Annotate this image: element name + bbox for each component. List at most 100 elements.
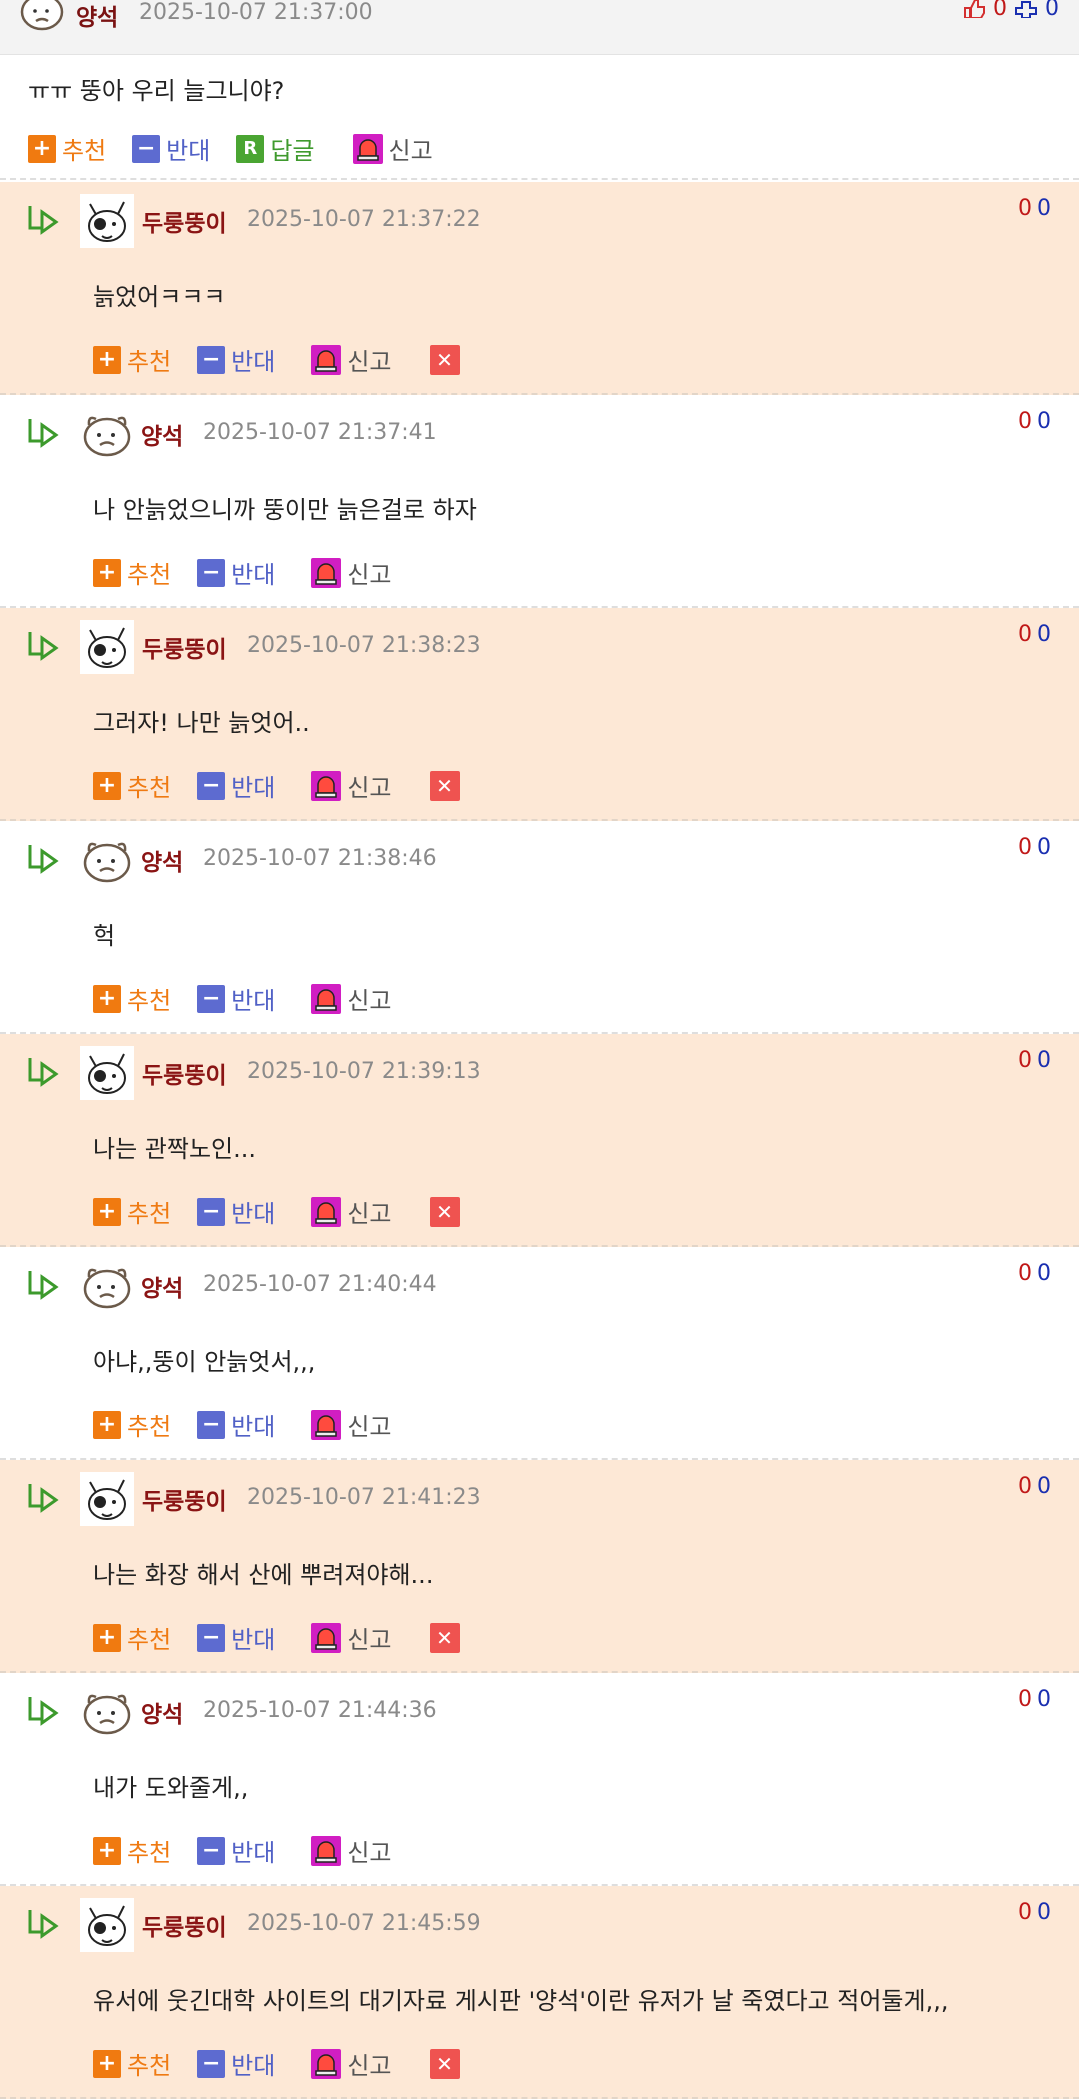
reply-actions: + 추천 − 반대 신고 ✕ xyxy=(93,1194,460,1229)
vote-up-count[interactable]: 0 xyxy=(1018,1474,1032,1499)
recommend-button[interactable]: + 추천 xyxy=(93,342,171,377)
reply-timestamp: 2025-10-07 21:38:46 xyxy=(203,846,437,871)
post-timestamp: 2025-10-07 21:37:00 xyxy=(139,0,373,25)
vote-up-count[interactable]: 0 xyxy=(1018,835,1032,860)
reply-author[interactable]: 양석 xyxy=(141,417,183,451)
siren-icon xyxy=(352,133,383,164)
oppose-button[interactable]: − 반대 xyxy=(132,131,210,166)
report-label: 신고 xyxy=(347,1839,392,1867)
reply-arrow-icon xyxy=(28,1271,59,1300)
reply-author[interactable]: 양석 xyxy=(141,1269,183,1303)
oppose-button[interactable]: − 반대 xyxy=(197,342,275,377)
post-author[interactable]: 양석 xyxy=(76,0,118,32)
recommend-button[interactable]: + 추천 xyxy=(93,2046,171,2081)
report-button[interactable]: 신고 xyxy=(311,1833,392,1868)
plus-icon: + xyxy=(28,134,56,163)
vote-down-count[interactable]: 0 xyxy=(1037,622,1051,647)
oppose-button[interactable]: − 반대 xyxy=(197,2046,275,2081)
reply-icon: R xyxy=(236,134,265,163)
reply-votes: 00 xyxy=(1018,1687,1051,1712)
delete-icon[interactable]: ✕ xyxy=(429,2048,460,2079)
vote-down-count[interactable]: 0 xyxy=(1037,1474,1051,1499)
report-button[interactable]: 신고 xyxy=(311,1194,392,1229)
report-label: 신고 xyxy=(347,1413,392,1441)
recommend-label: 추천 xyxy=(127,1839,172,1867)
thumb-down-icon[interactable] xyxy=(1014,0,1038,18)
vote-up-count[interactable]: 0 xyxy=(1018,409,1032,434)
reply-author[interactable]: 두룽뚱이 xyxy=(142,1482,227,1516)
oppose-button[interactable]: − 반대 xyxy=(197,555,275,590)
post-body: ㅠㅠ 뚱아 우리 늘그니야? + 추천 − 반대 R 답글 신고 xyxy=(0,55,1079,180)
report-button[interactable]: 신고 xyxy=(311,981,392,1016)
vote-up-count[interactable]: 0 xyxy=(1018,1900,1032,1925)
vote-down-count[interactable]: 0 xyxy=(1037,1048,1051,1073)
plus-icon: + xyxy=(93,1410,121,1439)
vote-down-count[interactable]: 0 xyxy=(1037,196,1051,221)
reply-author[interactable]: 두룽뚱이 xyxy=(142,1056,227,1090)
vote-down-count[interactable]: 0 xyxy=(1037,1261,1051,1286)
report-button[interactable]: 신고 xyxy=(311,768,392,803)
reply-item: 두룽뚱이 2025-10-07 21:45:59 0 0 유서에 웃긴대학 사이트의 대… xyxy=(0,1886,1079,2099)
recommend-button[interactable]: + 추천 xyxy=(93,1833,171,1868)
minus-icon: − xyxy=(197,1623,226,1652)
report-label: 신고 xyxy=(347,987,392,1015)
delete-icon[interactable]: ✕ xyxy=(429,770,460,801)
report-button[interactable]: 신고 xyxy=(311,1407,392,1442)
report-button[interactable]: 신고 xyxy=(311,1620,392,1655)
bear-avatar xyxy=(20,0,64,31)
report-button[interactable]: 신고 xyxy=(311,555,392,590)
recommend-button[interactable]: + 추천 xyxy=(93,768,171,803)
vote-up-count[interactable]: 0 xyxy=(1018,622,1032,647)
delete-icon[interactable]: ✕ xyxy=(429,1622,460,1653)
vote-down-count[interactable]: 0 xyxy=(1037,409,1051,434)
recommend-button[interactable]: + 추천 xyxy=(93,1194,171,1229)
reply-timestamp: 2025-10-07 21:39:13 xyxy=(247,1059,481,1084)
report-button[interactable]: 신고 xyxy=(352,131,433,166)
oppose-label: 반대 xyxy=(231,1200,276,1228)
recommend-label: 추천 xyxy=(127,561,172,589)
oppose-button[interactable]: − 반대 xyxy=(197,981,275,1016)
reply-actions: + 추천 − 반대 신고 xyxy=(93,555,420,590)
recommend-button[interactable]: + 추천 xyxy=(93,555,171,590)
thumb-up-icon[interactable] xyxy=(962,0,986,18)
reply-author[interactable]: 두룽뚱이 xyxy=(142,1908,227,1942)
vote-up-count[interactable]: 0 xyxy=(1018,1687,1032,1712)
recommend-button[interactable]: + 추천 xyxy=(93,1620,171,1655)
reply-item: 양석 2025-10-07 21:38:46 0 0 헉 + 추천 − 반대 신고 xyxy=(0,821,1079,1034)
reply-author[interactable]: 양석 xyxy=(141,1695,183,1729)
vote-down-count[interactable]: 0 xyxy=(1037,835,1051,860)
vote-down-count[interactable]: 0 xyxy=(1037,1900,1051,1925)
recommend-button[interactable]: + 추천 xyxy=(93,1407,171,1442)
vote-down-count[interactable]: 0 xyxy=(1037,1687,1051,1712)
reply-author[interactable]: 양석 xyxy=(141,843,183,877)
plus-icon: + xyxy=(93,1197,121,1226)
oppose-button[interactable]: − 반대 xyxy=(197,1194,275,1229)
reply-actions: + 추천 − 반대 신고 xyxy=(93,981,420,1016)
report-button[interactable]: 신고 xyxy=(311,2046,392,2081)
vote-up-count[interactable]: 0 xyxy=(1018,1048,1032,1073)
vote-up-count[interactable]: 0 xyxy=(1018,1261,1032,1286)
report-label: 신고 xyxy=(347,561,392,589)
oppose-button[interactable]: − 반대 xyxy=(197,768,275,803)
plus-icon: + xyxy=(93,2049,121,2078)
reply-author[interactable]: 두룽뚱이 xyxy=(142,630,227,664)
recommend-button[interactable]: + 추천 xyxy=(28,131,106,166)
reply-votes: 00 xyxy=(1018,409,1051,434)
recommend-button[interactable]: + 추천 xyxy=(93,981,171,1016)
minus-icon: − xyxy=(197,2049,226,2078)
reply-author[interactable]: 두룽뚱이 xyxy=(142,204,227,238)
delete-icon[interactable]: ✕ xyxy=(429,344,460,375)
oppose-button[interactable]: − 반대 xyxy=(197,1620,275,1655)
post-actions: + 추천 − 반대 R 답글 신고 xyxy=(28,131,459,166)
vote-up-count[interactable]: 0 xyxy=(1018,196,1032,221)
report-button[interactable]: 신고 xyxy=(311,342,392,377)
siren-icon xyxy=(311,1196,342,1227)
reply-message: 나는 관짝노인... xyxy=(93,1135,256,1163)
oppose-button[interactable]: − 반대 xyxy=(197,1833,275,1868)
reply-arrow-icon xyxy=(28,419,59,448)
report-label: 신고 xyxy=(347,774,392,802)
oppose-button[interactable]: − 반대 xyxy=(197,1407,275,1442)
delete-icon[interactable]: ✕ xyxy=(429,1196,460,1227)
reply-button[interactable]: R 답글 xyxy=(236,131,315,166)
bear-avatar xyxy=(83,1694,131,1735)
